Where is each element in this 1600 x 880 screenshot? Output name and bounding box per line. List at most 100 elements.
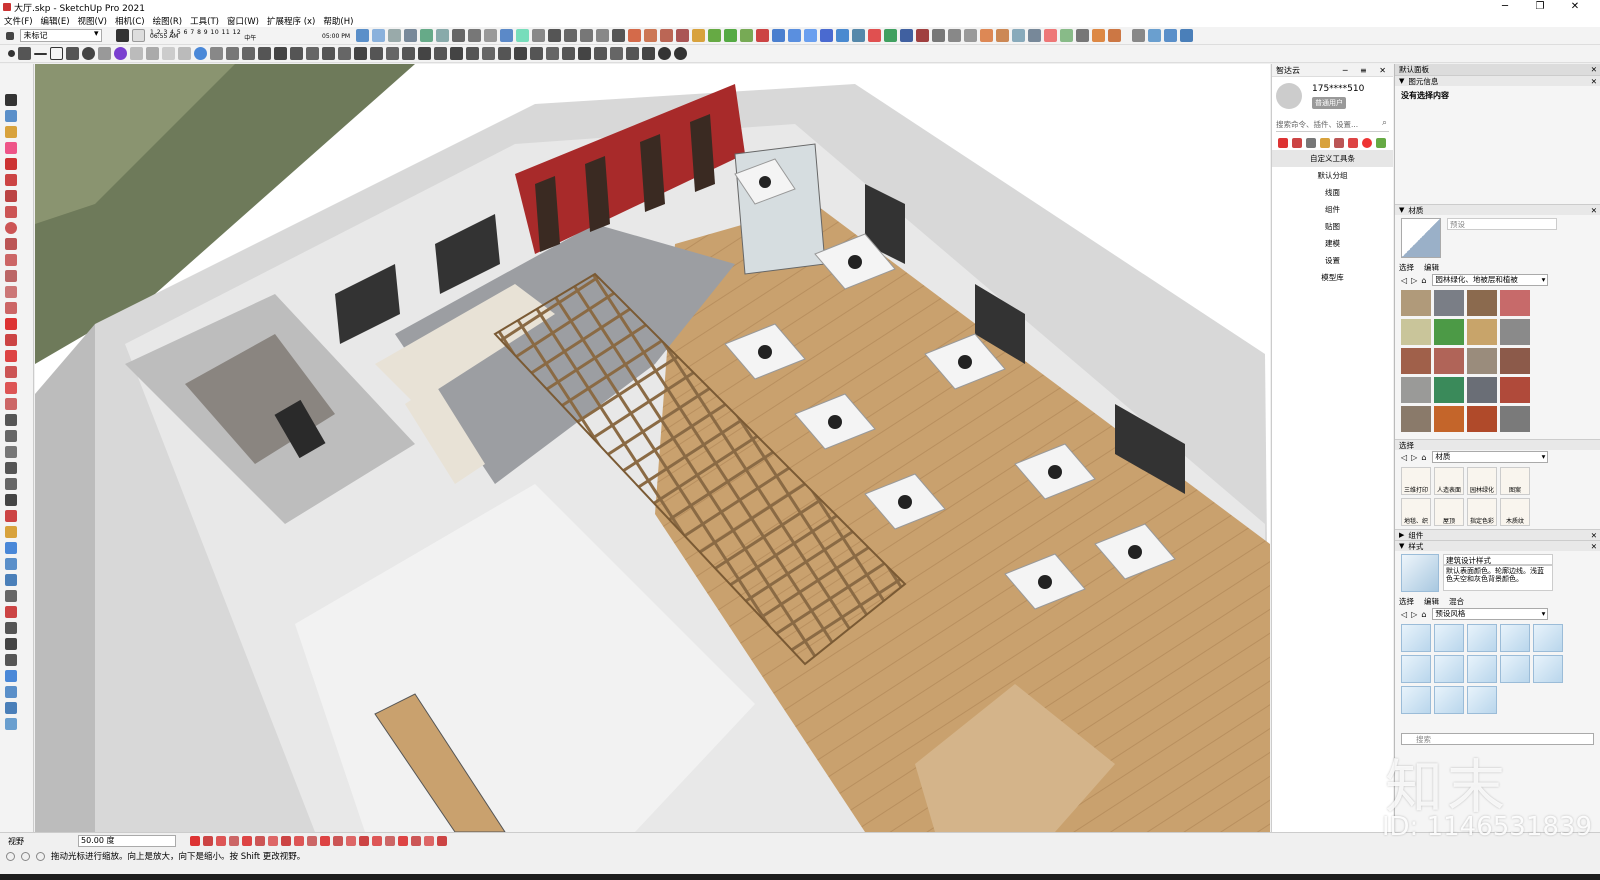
photo-small-icon[interactable] xyxy=(178,47,191,60)
measurement-input[interactable]: 50.00 度 xyxy=(78,835,176,847)
solid-subtract-icon[interactable] xyxy=(643,29,657,42)
material-swatch[interactable] xyxy=(1434,377,1464,403)
material-tool-icon[interactable] xyxy=(979,29,993,42)
status-tool-icon[interactable] xyxy=(397,836,408,846)
styles-header[interactable]: ▼ 样式 ✕ xyxy=(1395,540,1600,551)
paint-bucket-icon[interactable] xyxy=(115,29,129,42)
material-swatch[interactable] xyxy=(1500,406,1530,432)
material-swatch[interactable] xyxy=(1500,377,1530,403)
material-swatch[interactable] xyxy=(1401,290,1431,316)
offset-icon[interactable] xyxy=(4,398,17,410)
scale-tool-icon[interactable] xyxy=(4,382,17,394)
stop-plugin-icon[interactable] xyxy=(1362,138,1372,148)
plugin-menu-default-group[interactable]: 默认分组 xyxy=(1272,167,1393,184)
components-close-icon[interactable]: ✕ xyxy=(1591,531,1600,540)
info-icon[interactable] xyxy=(6,851,15,861)
arc-icon[interactable] xyxy=(450,47,463,60)
category-artificial-surface[interactable]: 人造表面 xyxy=(1434,467,1464,495)
status-tool-icon[interactable] xyxy=(358,836,369,846)
status-tool-icon[interactable] xyxy=(345,836,356,846)
dimension-tool-icon[interactable] xyxy=(4,430,17,442)
status-tool-icon[interactable] xyxy=(319,836,330,846)
rect-icon[interactable] xyxy=(4,190,17,202)
door-tool-icon[interactable] xyxy=(322,47,335,60)
rotated-rect-icon[interactable] xyxy=(4,206,17,218)
pan-icon[interactable] xyxy=(4,526,17,538)
move-plugin-icon[interactable] xyxy=(1278,138,1288,148)
fence-icon[interactable] xyxy=(498,47,511,60)
zoom-extents-icon[interactable] xyxy=(4,574,17,586)
vray-light-icon[interactable] xyxy=(915,29,929,42)
axis-plugin-icon[interactable] xyxy=(1306,138,1316,148)
walk-icon[interactable] xyxy=(4,638,17,650)
status-tool-icon[interactable] xyxy=(267,836,278,846)
select-dot-icon[interactable] xyxy=(8,50,15,57)
arc-left-icon[interactable] xyxy=(4,254,17,266)
status-tool-icon[interactable] xyxy=(228,836,239,846)
components-header[interactable]: ▶ 组件 ✕ xyxy=(1395,529,1600,540)
curve-tool-icon[interactable] xyxy=(1075,29,1089,42)
weld-icon[interactable] xyxy=(434,47,447,60)
eraser-small-icon[interactable] xyxy=(98,47,111,60)
avatar[interactable] xyxy=(1276,83,1302,109)
menu-extensions[interactable]: 扩展程序 (x) xyxy=(267,15,315,27)
help-icon[interactable] xyxy=(21,851,30,861)
zoom-active-icon[interactable] xyxy=(194,47,207,60)
eraser-icon[interactable] xyxy=(4,142,17,154)
materials-tab-edit[interactable]: 编辑 xyxy=(1424,262,1439,273)
section-cuts-icon[interactable] xyxy=(4,702,17,714)
material-swatch[interactable] xyxy=(1401,406,1431,432)
solid-trim-icon[interactable] xyxy=(659,29,673,42)
arrow-right-icon[interactable] xyxy=(66,47,79,60)
material-swatch[interactable] xyxy=(1401,319,1431,345)
flatten-icon[interactable] xyxy=(594,47,607,60)
status-tool-icon[interactable] xyxy=(436,836,447,846)
material-swatch[interactable] xyxy=(1467,377,1497,403)
position-camera-icon[interactable] xyxy=(4,606,17,618)
vray-interactive-icon[interactable] xyxy=(883,29,897,42)
bucket-tool-icon[interactable] xyxy=(995,29,1009,42)
truss-icon[interactable] xyxy=(626,47,639,60)
style-thumb[interactable] xyxy=(1533,624,1563,652)
solid-split-icon[interactable] xyxy=(675,29,689,42)
section-plane-tool-icon[interactable] xyxy=(4,670,17,682)
section-fill-tool-icon[interactable] xyxy=(4,718,17,730)
forward-arrow-icon[interactable]: ▷ xyxy=(1411,276,1417,285)
shaded-texture-icon[interactable] xyxy=(515,29,529,42)
status-tool-icon[interactable] xyxy=(241,836,252,846)
home-icon[interactable]: ⌂ xyxy=(1421,453,1426,462)
axis-icon[interactable] xyxy=(274,47,287,60)
gear-icon[interactable] xyxy=(210,47,223,60)
select-library-dropdown[interactable]: 材质 xyxy=(1432,451,1549,463)
style-thumb[interactable] xyxy=(1401,655,1431,683)
status-tool-icon[interactable] xyxy=(410,836,421,846)
material-swatch[interactable] xyxy=(1500,290,1530,316)
material-swatch[interactable] xyxy=(1467,348,1497,374)
freehand-icon[interactable] xyxy=(4,174,17,186)
array-icon[interactable] xyxy=(530,47,543,60)
vray-render-icon[interactable] xyxy=(867,29,881,42)
status-tool-icon[interactable] xyxy=(384,836,395,846)
layout-send-icon[interactable] xyxy=(835,29,849,42)
close-button[interactable]: ✕ xyxy=(1560,0,1590,14)
camera-small-icon[interactable] xyxy=(162,47,175,60)
circle-icon[interactable] xyxy=(4,222,17,234)
pencil-line-icon[interactable] xyxy=(4,158,17,170)
lattice-icon[interactable] xyxy=(610,47,623,60)
category-3d-print[interactable]: 三维打印 xyxy=(1401,467,1431,495)
grid-icon[interactable] xyxy=(226,47,239,60)
paint-icon[interactable] xyxy=(4,126,17,138)
line-tool-icon[interactable] xyxy=(34,52,47,55)
status-tool-icon[interactable] xyxy=(254,836,265,846)
solid-union-icon[interactable] xyxy=(627,29,641,42)
view-front-icon[interactable] xyxy=(387,29,401,42)
material-swatch[interactable] xyxy=(1434,406,1464,432)
paint-plugin-icon[interactable] xyxy=(1320,138,1330,148)
scene-icon[interactable] xyxy=(851,29,865,42)
move-small-icon[interactable] xyxy=(130,47,143,60)
bars-icon[interactable] xyxy=(258,47,271,60)
previous-view-icon[interactable] xyxy=(4,590,17,602)
menu-view[interactable]: 视图(V) xyxy=(78,15,107,27)
plugin-logo-icon[interactable] xyxy=(114,47,127,60)
triangle-icon[interactable] xyxy=(578,47,591,60)
